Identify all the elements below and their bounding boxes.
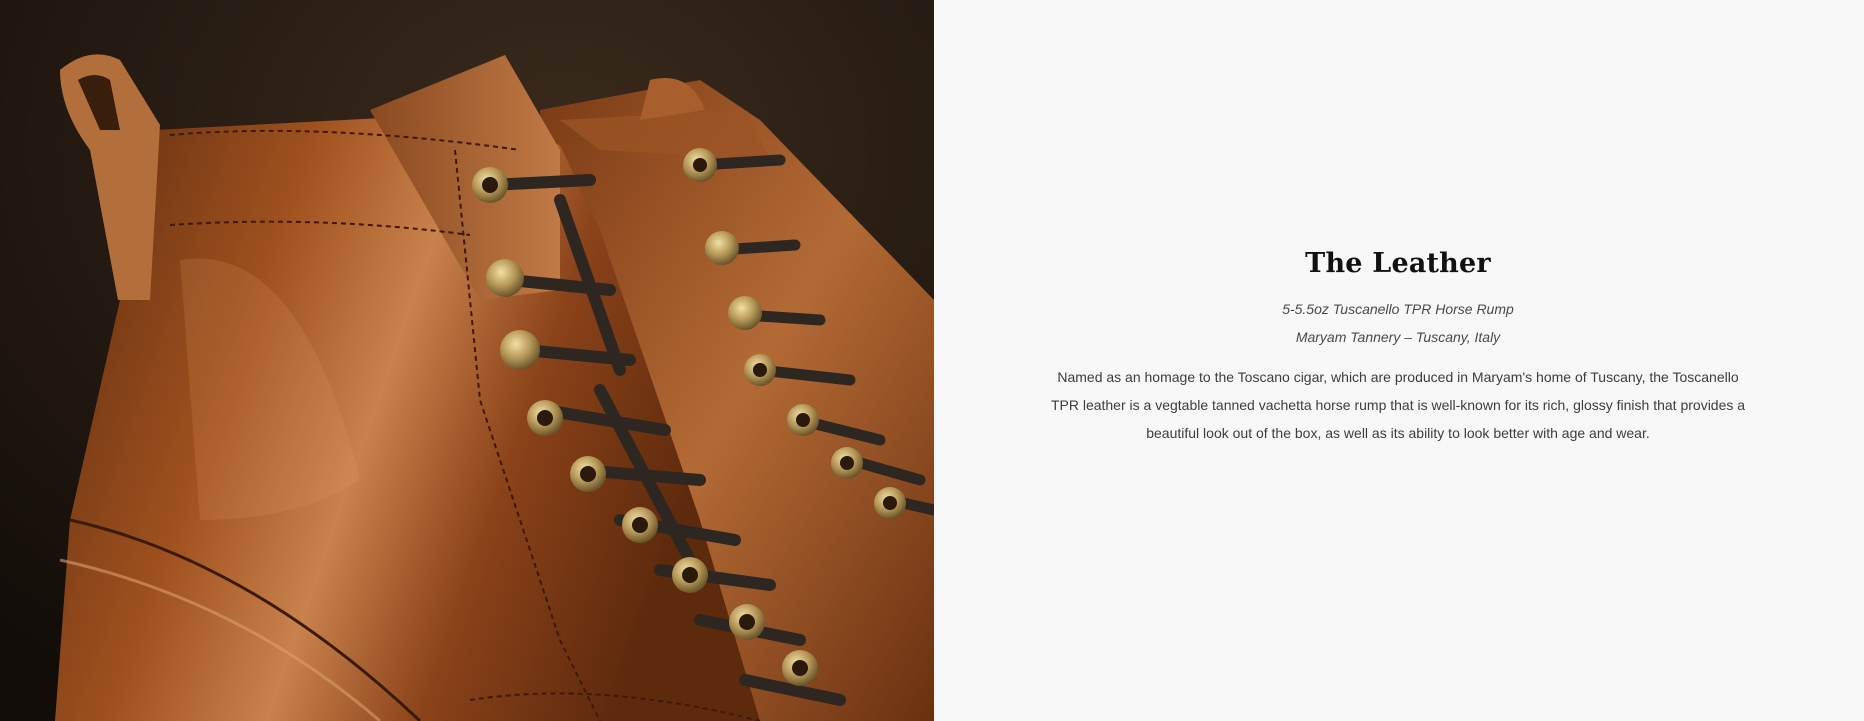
section-title: The Leather	[1305, 248, 1491, 279]
page: The Leather 5-5.5oz Tuscanello TPR Horse…	[0, 0, 1864, 721]
boots-product-photo	[0, 0, 934, 721]
leather-info-text: The Leather 5-5.5oz Tuscanello TPR Horse…	[1048, 246, 1748, 447]
leather-spec: 5-5.5oz Tuscanello TPR Horse Rump Maryam…	[1048, 295, 1748, 351]
spec-weight-type: 5-5.5oz Tuscanello TPR Horse Rump	[1282, 301, 1514, 318]
leather-info-section: The Leather 5-5.5oz Tuscanello TPR Horse…	[934, 0, 1864, 721]
spec-tannery: Maryam Tannery – Tuscany, Italy	[1295, 329, 1501, 346]
leather-description: Named as an homage to the Toscano cigar,…	[1050, 369, 1746, 442]
leather-boots-image	[0, 0, 934, 721]
